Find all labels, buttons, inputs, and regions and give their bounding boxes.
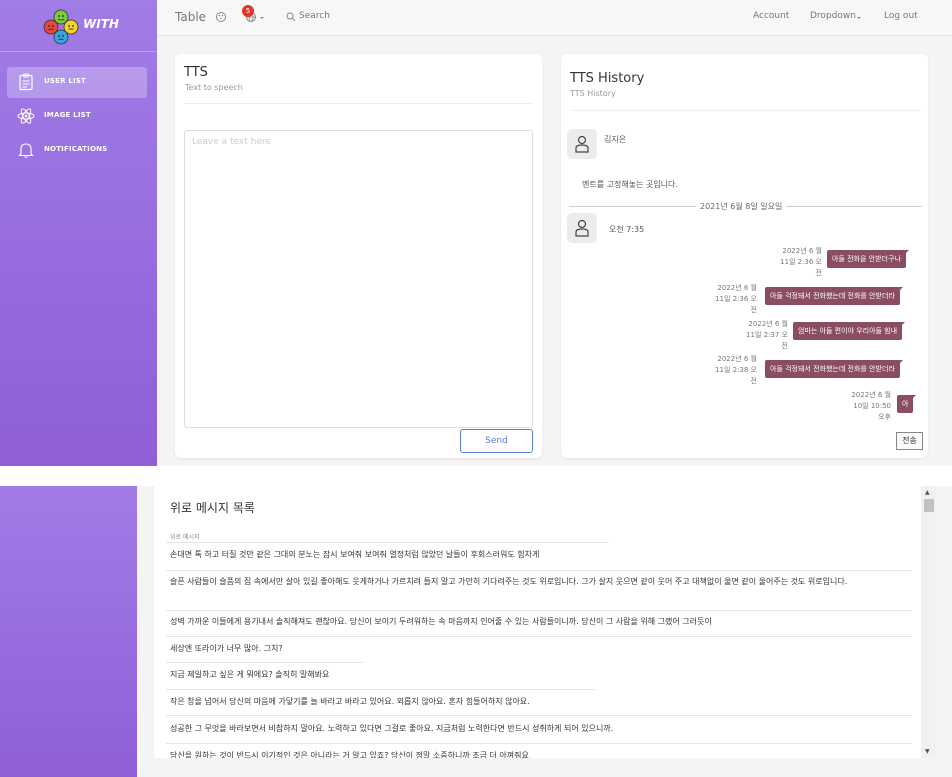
- list-item[interactable]: 당신을 원하는 것이 반드시 이기적인 것은 아니라는 거 알고 있죠? 당신이…: [170, 749, 910, 758]
- sidebar-item-image-list[interactable]: IMAGE LIST: [7, 101, 147, 132]
- user-icon: [575, 219, 589, 237]
- history-title: TTS History: [570, 71, 645, 86]
- chevron-down-icon: [260, 17, 264, 19]
- scroll-up-icon[interactable]: ▲: [925, 489, 930, 496]
- sidebar-item-notifications[interactable]: NOTIFICATIONS: [7, 135, 147, 166]
- palette-icon[interactable]: [215, 11, 227, 23]
- message-timestamp: 2022년 6 월 11일 2:37 오전: [746, 320, 788, 350]
- search-icon[interactable]: [286, 12, 296, 22]
- scroll-thumb[interactable]: [924, 499, 934, 512]
- send-button[interactable]: Send: [460, 429, 533, 453]
- list-item[interactable]: 작은 창을 넘어서 당신의 마음에 가닿기를 늘 바라고 바라고 있어요. 외롭…: [170, 695, 910, 709]
- list-item[interactable]: 성벽 가까운 이들에게 용기내서 솔직해져도 괜찮아요. 당신이 보이기 두려워…: [170, 615, 910, 629]
- message-bubble: 아들 걱정돼서 전화했는데 전화를 안받더라: [765, 287, 903, 305]
- sidebar-item-label: IMAGE LIST: [44, 111, 91, 119]
- user-icon: [575, 135, 589, 153]
- dropdown-toggle[interactable]: Dropdown: [810, 11, 856, 21]
- sidebar: [0, 486, 137, 777]
- column-header: 위로 메시지: [170, 534, 200, 541]
- message-timestamp: 2022년 6 월 11일 2:38 오전: [715, 355, 757, 385]
- message-bubble: 아들 걱정돼서 전화했는데 전화를 안받더라: [765, 360, 903, 378]
- scroll-down-icon[interactable]: ▼: [925, 748, 930, 755]
- sidebar-item-label: NOTIFICATIONS: [44, 145, 108, 153]
- list-item[interactable]: 슬픈 사람들이 슬픔의 집 속에서만 살아 있길 좋아해도 웃게하거나 가르치려…: [170, 575, 910, 589]
- list-item[interactable]: 세상엔 또라이가 너무 많아. 그치?: [170, 642, 283, 656]
- message-bubble: 아들 전화을 안받더구나: [827, 250, 909, 268]
- divider: [166, 610, 912, 611]
- navbar-brand[interactable]: Table: [175, 10, 206, 24]
- logout-link[interactable]: Log out: [884, 11, 918, 21]
- list-title: 위로 메시지 목록: [170, 501, 255, 515]
- list-item[interactable]: 손대면 톡 하고 터질 것만 같은 그대의 분노는 잠시 보여줘 보여줘 열정처…: [170, 548, 910, 562]
- date-divider: 2021년 6월 8일 일요일: [696, 201, 787, 212]
- list-item[interactable]: 지금 제일하고 싶은 게 뭐에요? 솔직히 말해봐요: [170, 668, 329, 682]
- clipboard-icon: [19, 73, 33, 91]
- emoji-cluster-icon: [43, 9, 79, 45]
- tts-subtitle: Text to speech: [185, 83, 243, 92]
- sidebar: WITH USER LIST IMAGE LIST NOTIFICATIONS: [0, 0, 157, 466]
- message-timestamp: 2022년 6 월 11일 2:36 오전: [715, 284, 757, 314]
- account-link[interactable]: Account: [753, 11, 789, 21]
- search-link[interactable]: Search: [299, 11, 330, 21]
- logo-text: WITH: [83, 17, 119, 31]
- sidebar-item-label: USER LIST: [44, 77, 87, 85]
- message-bubble: 아: [897, 395, 918, 413]
- message-bubble: 엄마는 아들 편이야 우리아들 힘내: [793, 322, 906, 340]
- message-time: 오전 7:35: [609, 225, 645, 234]
- divider: [166, 715, 912, 716]
- top-navbar: Table 5 Search Account Dropdown Log out: [157, 0, 952, 36]
- atom-icon: [17, 108, 35, 124]
- divider: [166, 743, 912, 744]
- message-timestamp: 2022년 6 월 11일 2:36 오전: [780, 247, 822, 277]
- tts-card: TTS Text to speech Leave a text here Sen…: [175, 54, 542, 458]
- notification-badge: 5: [242, 5, 254, 17]
- tts-screen: WITH USER LIST IMAGE LIST NOTIFICATIONS …: [0, 0, 952, 466]
- history-subtitle: TTS History: [570, 89, 616, 98]
- divider: [184, 103, 533, 104]
- transmit-button[interactable]: 전송: [896, 432, 923, 450]
- divider: [570, 110, 921, 111]
- tts-title: TTS: [184, 65, 208, 80]
- logo[interactable]: WITH: [0, 0, 157, 52]
- divider: [166, 570, 912, 571]
- tts-text-input[interactable]: Leave a text here: [184, 130, 533, 428]
- divider: [166, 636, 912, 637]
- chevron-down-icon: [857, 17, 861, 19]
- scrollbar[interactable]: ▲ ▼: [921, 486, 936, 758]
- pinned-message: 멘트를 고정해놓는 곳입니다.: [582, 180, 678, 189]
- comfort-message-screen: 위로 메시지 목록 위로 메시지 손대면 톡 하고 터질 것만 같은 그대의 분…: [0, 486, 952, 777]
- sender-name: 김지은: [604, 135, 627, 144]
- divider: [166, 662, 364, 663]
- bell-icon: [18, 143, 34, 158]
- divider: [166, 542, 609, 543]
- tts-history-card: TTS History TTS History 김지은 멘트를 고정해놓는 곳입…: [561, 54, 928, 458]
- list-item[interactable]: 성공한 그 무엇을 바라보면서 비참하지 말아요. 노력하고 있다면 그걸로 좋…: [170, 722, 910, 736]
- sidebar-item-user-list[interactable]: USER LIST: [7, 67, 147, 98]
- message-timestamp: 2022년 6 월 10일 10:50 오후: [851, 391, 891, 421]
- comfort-message-list: 위로 메시지 목록 위로 메시지 손대면 톡 하고 터질 것만 같은 그대의 분…: [154, 486, 921, 758]
- avatar: [567, 129, 597, 159]
- divider: [166, 689, 596, 690]
- avatar: [567, 213, 597, 243]
